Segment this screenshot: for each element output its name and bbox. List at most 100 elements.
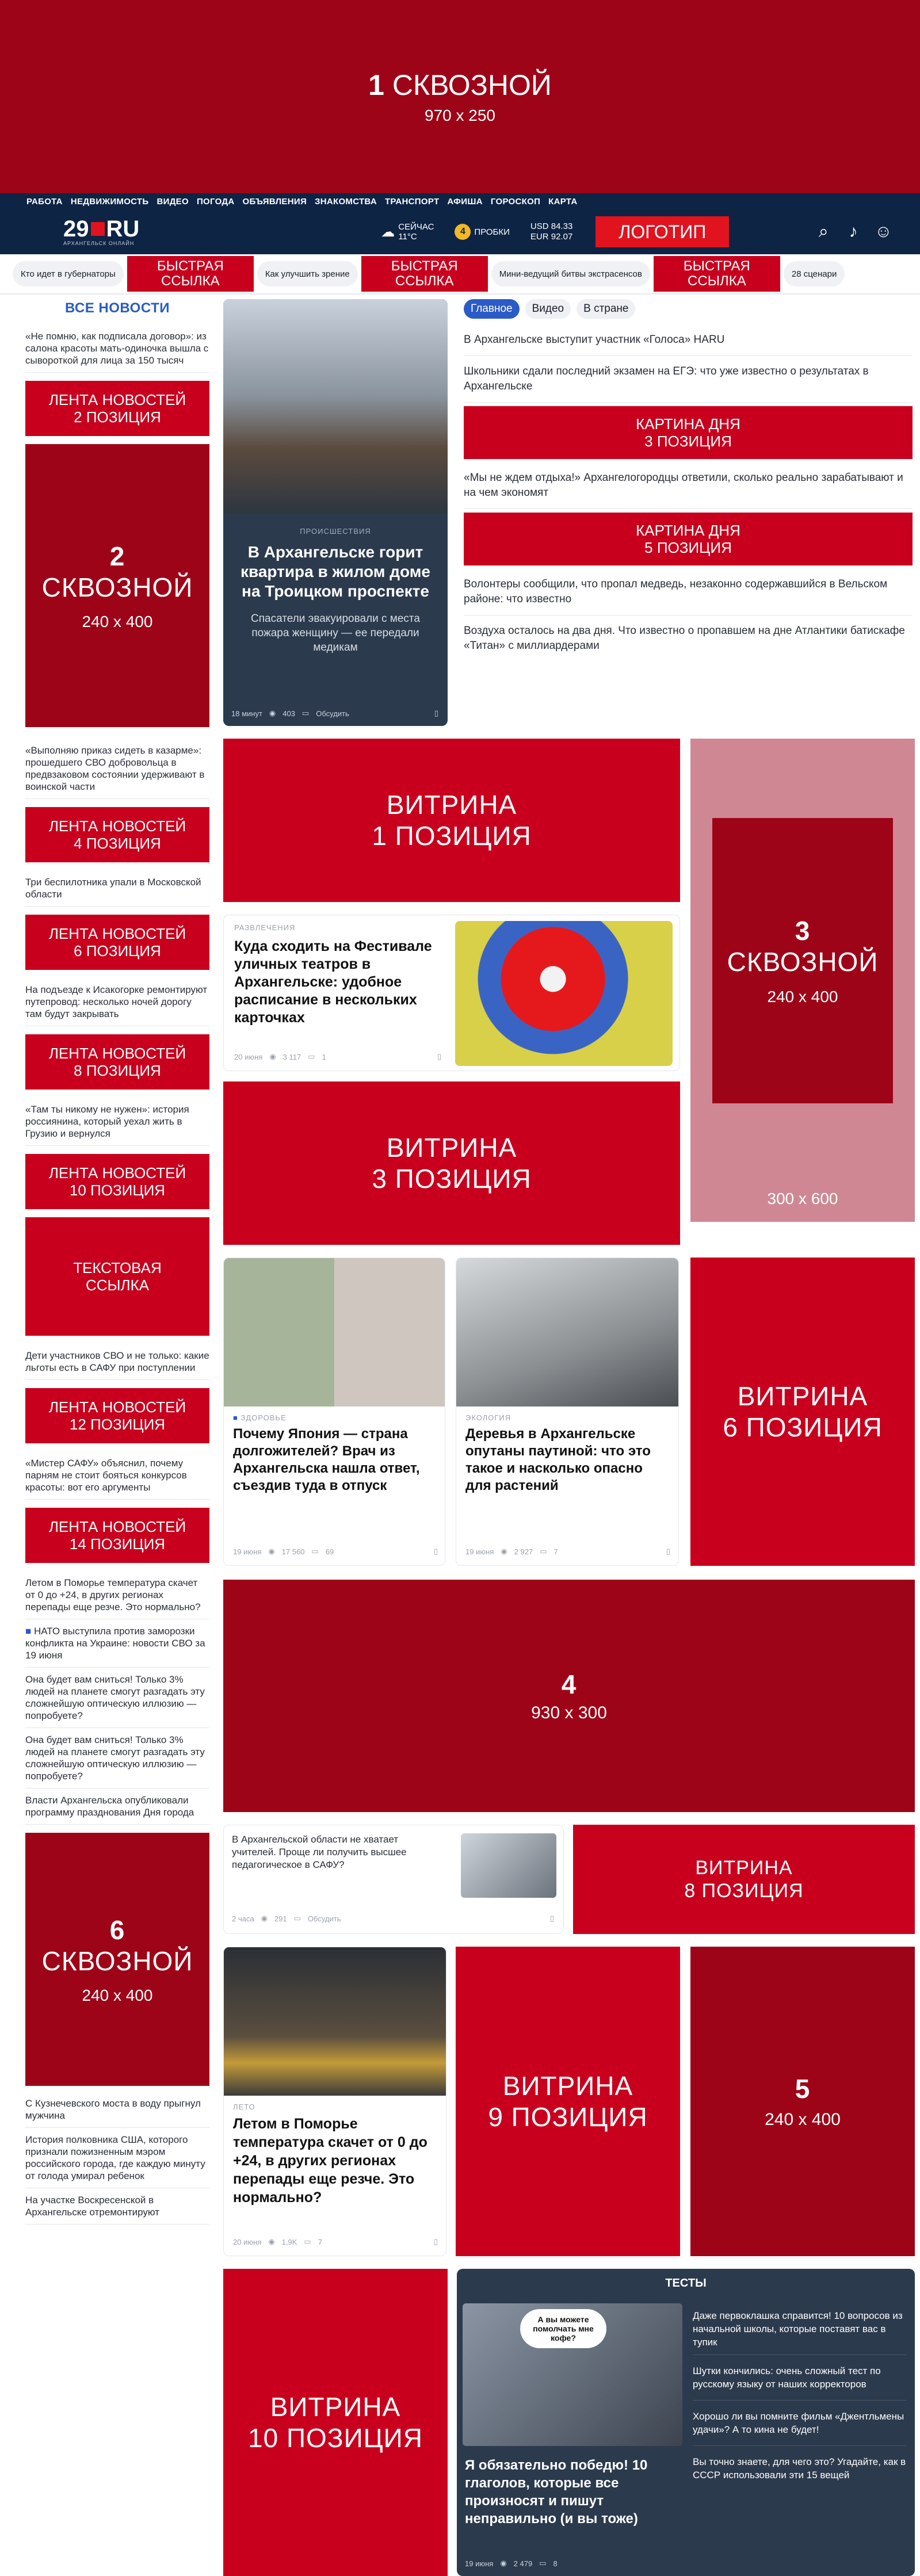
- weather-widget[interactable]: ☁ СЕЙЧАС 11°C: [381, 222, 434, 242]
- lenta-ad-6[interactable]: ЛЕНТА НОВОСТЕЙ 6 ПОЗИЦИЯ: [25, 915, 209, 970]
- news-item[interactable]: На участке Воскресенской в Архангельске …: [25, 2188, 209, 2225]
- banner-3[interactable]: 3 СКВОЗНОЙ 240 x 400 300 x 600: [690, 739, 915, 1222]
- news-item[interactable]: «Там ты никому не нужен»: история россия…: [25, 1098, 209, 1146]
- rubric-link[interactable]: ОБЪЯВЛЕНИЯ: [243, 197, 307, 207]
- vitrina-1[interactable]: ВИТРИНА 1 ПОЗИЦИЯ: [223, 739, 680, 902]
- vitrina-8[interactable]: ВИТРИНА 8 ПОЗИЦИЯ: [573, 1825, 915, 1934]
- test-item[interactable]: Хорошо ли вы помните фильм «Джентльмены …: [693, 2401, 907, 2446]
- bookmark-icon[interactable]: ▯: [437, 1052, 441, 1061]
- tests-photo[interactable]: А вы можете помолчать мне кофе?: [463, 2303, 682, 2446]
- test-item[interactable]: Шутки кончились: очень сложный тест по р…: [693, 2355, 907, 2401]
- feed-item[interactable]: Школьники сдали последний экзамен на ЕГЭ…: [464, 356, 913, 403]
- kartina-dnya-3[interactable]: КАРТИНА ДНЯ 3 ПОЗИЦИЯ: [464, 406, 913, 459]
- banner-3-inner[interactable]: 3 СКВОЗНОЙ 240 x 400: [712, 818, 893, 1103]
- tab-main[interactable]: Главное: [464, 299, 520, 319]
- bookmark-icon[interactable]: ▯: [434, 709, 438, 718]
- lenta-ad-2[interactable]: ЛЕНТА НОВОСТЕЙ 2 ПОЗИЦИЯ: [25, 381, 209, 436]
- quick-link-ad[interactable]: БЫСТРАЯ ССЫЛКА: [361, 256, 488, 292]
- news-item[interactable]: «Выполняю приказ сидеть в казарме»: прош…: [25, 739, 209, 799]
- test-item[interactable]: Вы точно знаете, для чего это? Угадайте,…: [693, 2446, 907, 2491]
- bookmark-icon[interactable]: ▯: [550, 1914, 554, 1923]
- tests-main-title[interactable]: Я обязательно победю! 10 глаголов, котор…: [465, 2456, 680, 2528]
- vitrina-10[interactable]: ВИТРИНА 10 ПОЗИЦИЯ: [223, 2269, 448, 2576]
- vitrina-6[interactable]: ВИТРИНА 6 ПОЗИЦИЯ: [690, 1258, 915, 1566]
- all-news-heading[interactable]: ВСЕ НОВОСТИ: [25, 295, 209, 324]
- bookmark-icon[interactable]: ▯: [434, 2237, 438, 2246]
- rubric-link[interactable]: НЕДВИЖИМОСТЬ: [71, 197, 149, 207]
- currency-widget[interactable]: USD 84.33 EUR 92.07: [530, 221, 572, 242]
- tab-country[interactable]: В стране: [577, 299, 636, 319]
- text-link-ad[interactable]: ТЕКСТОВАЯ ССЫЛКА: [25, 1217, 209, 1336]
- rubric-link[interactable]: КАРТА: [548, 197, 577, 207]
- card-title[interactable]: Куда сходить на Фестивале уличных театро…: [234, 938, 441, 1027]
- feed-item[interactable]: В Архангельске выступит участник «Голоса…: [464, 324, 913, 356]
- news-card-weather[interactable]: ЛЕТО Летом в Поморье температура скачет …: [223, 1947, 446, 2256]
- lenta-ad-8[interactable]: ЛЕНТА НОВОСТЕЙ 8 ПОЗИЦИЯ: [25, 1034, 209, 1090]
- lenta-ad-12[interactable]: ЛЕНТА НОВОСТЕЙ 12 ПОЗИЦИЯ: [25, 1388, 209, 1443]
- feed-item[interactable]: «Мы не ждем отдыха!» Архангелогородцы от…: [464, 463, 913, 509]
- banner-2[interactable]: 2 СКВОЗНОЙ 240 x 400: [25, 444, 209, 727]
- rubric-link[interactable]: ЗНАКОМСТВА: [315, 197, 377, 207]
- quick-pill[interactable]: 28 сценари: [783, 261, 845, 286]
- news-item[interactable]: На подъезде к Исакогорке ремонтируют пут…: [25, 978, 209, 1026]
- quick-link-ad[interactable]: БЫСТРАЯ ССЫЛКА: [127, 256, 254, 292]
- comment-link[interactable]: Обсудить: [316, 709, 349, 718]
- banner-4[interactable]: 4 930 x 300: [223, 1580, 915, 1812]
- vitrina-3[interactable]: ВИТРИНА 3 ПОЗИЦИЯ: [223, 1081, 680, 1245]
- teachers-photo: [461, 1833, 556, 1898]
- eye-icon: ◉: [500, 2559, 507, 2567]
- banner-5[interactable]: 5 240 x 400: [690, 1947, 915, 2256]
- news-item[interactable]: ■ НАТО выступила против заморозки конфли…: [25, 1619, 209, 1668]
- user-icon[interactable]: ☺: [872, 222, 895, 242]
- bookmark-icon[interactable]: ▯: [434, 1547, 438, 1556]
- rubric-link[interactable]: ТРАНСПОРТ: [385, 197, 439, 207]
- site-logo[interactable]: 29 RU АРХАНГЕЛЬСК ОНЛАЙН: [63, 217, 139, 246]
- quick-pill[interactable]: Как улучшить зрение: [257, 261, 358, 286]
- news-item[interactable]: Дети участников СВО и не только: какие л…: [25, 1344, 209, 1380]
- news-item[interactable]: С Кузнечевского моста в воду прыгнул муж…: [25, 2092, 209, 2128]
- news-item[interactable]: Три беспилотника упали в Московской обла…: [25, 870, 209, 907]
- feed-item[interactable]: Волонтеры сообщили, что пропал медведь, …: [464, 569, 913, 616]
- news-item[interactable]: Власти Архангельска опубликовали програм…: [25, 1788, 209, 1825]
- bookmark-icon[interactable]: ▯: [666, 1547, 670, 1556]
- banner-6[interactable]: 6 СКВОЗНОЙ 240 x 400: [25, 1833, 209, 2086]
- news-item[interactable]: «Мистер САФУ» объяснил, почему парням не…: [25, 1451, 209, 1500]
- quick-pill[interactable]: Мини-ведущий битвы экстрасенсов: [491, 261, 650, 286]
- card-title[interactable]: Деревья в Архангельске опутаны паутиной:…: [465, 1425, 669, 1495]
- news-item[interactable]: Летом в Поморье температура скачет от 0 …: [25, 1571, 209, 1619]
- tab-video[interactable]: Видео: [525, 299, 571, 319]
- rubric-link[interactable]: АФИША: [447, 197, 482, 207]
- test-item[interactable]: Даже первоклашка справится! 10 вопросов …: [693, 2303, 907, 2355]
- main-news-card[interactable]: ПРОИСШЕСТВИЯ В Архангельске горит кварти…: [223, 299, 448, 726]
- kartina-dnya-5[interactable]: КАРТИНА ДНЯ 5 ПОЗИЦИЯ: [464, 513, 913, 565]
- lenta-ad-10[interactable]: ЛЕНТА НОВОСТЕЙ 10 ПОЗИЦИЯ: [25, 1154, 209, 1209]
- rubric-link[interactable]: ПОГОДА: [197, 197, 235, 207]
- news-item[interactable]: «Не помню, как подписала договор»: из са…: [25, 324, 209, 373]
- rubric-link[interactable]: ВИДЕО: [156, 197, 188, 207]
- traffic-widget[interactable]: 4 ПРОБКИ: [455, 224, 510, 240]
- bell-icon[interactable]: ♪: [842, 222, 865, 242]
- rubric-link[interactable]: РАБОТА: [26, 197, 63, 207]
- main-card-title[interactable]: В Архангельске горит квартира в жилом до…: [236, 542, 435, 601]
- news-item[interactable]: Она будет вам сниться! Только 3% людей н…: [25, 1668, 209, 1728]
- lenta-ad-4[interactable]: ЛЕНТА НОВОСТЕЙ 4 ПОЗИЦИЯ: [25, 807, 209, 862]
- news-card-teachers[interactable]: В Архангельской области не хватает учите…: [223, 1825, 564, 1934]
- quick-link-ad[interactable]: БЫСТРАЯ ССЫЛКА: [653, 256, 780, 292]
- search-icon[interactable]: ⌕: [812, 222, 835, 242]
- news-card-trees[interactable]: ЭКОЛОГИЯ Деревья в Архангельске опутаны …: [456, 1258, 679, 1566]
- card-title[interactable]: Почему Япония — страна долгожителей? Вра…: [233, 1425, 436, 1495]
- feed-item[interactable]: Воздуха осталось на два дня. Что известн…: [464, 616, 913, 662]
- top-banner-1[interactable]: 1 СКВОЗНОЙ 970 x 250: [0, 0, 920, 193]
- card-title[interactable]: Летом в Поморье температура скачет от 0 …: [233, 2115, 437, 2207]
- top-banner-size: 970 x 250: [425, 106, 495, 124]
- vitrina-9[interactable]: ВИТРИНА 9 ПОЗИЦИЯ: [456, 1947, 680, 2256]
- news-card-festival[interactable]: РАЗВЛЕЧЕНИЯ Куда сходить на Фестивале ул…: [223, 915, 680, 1071]
- rubric-link[interactable]: ГОРОСКОП: [491, 197, 540, 207]
- quick-pill[interactable]: Кто идет в губернаторы: [13, 261, 124, 286]
- card-title[interactable]: В Архангельской области не хватает учите…: [232, 1833, 445, 1871]
- news-item[interactable]: Она будет вам сниться! Только 3% людей н…: [25, 1728, 209, 1788]
- news-item[interactable]: История полковника США, которого признал…: [25, 2128, 209, 2188]
- news-card-japan[interactable]: ■ ЗДОРОВЬЕ Почему Япония — страна долгож…: [223, 1258, 445, 1566]
- lenta-ad-14[interactable]: ЛЕНТА НОВОСТЕЙ 14 ПОЗИЦИЯ: [25, 1508, 209, 1563]
- logo-ad-button[interactable]: ЛОГОТИП: [595, 216, 730, 247]
